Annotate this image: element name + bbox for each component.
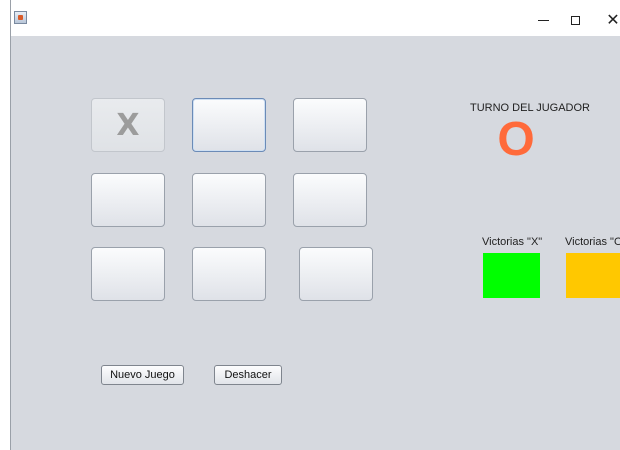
board-cell-2[interactable]	[192, 98, 266, 152]
board-cell-7[interactable]	[91, 247, 165, 301]
wins-o-label: Victorias "O"	[565, 236, 620, 248]
wins-x-indicator	[483, 253, 540, 298]
board-cell-6[interactable]	[293, 173, 367, 227]
board-cell-3[interactable]	[293, 98, 367, 152]
wins-x-label: Victorias "X"	[482, 236, 543, 248]
board-cell-4[interactable]	[91, 173, 165, 227]
app-window: ✕ X TURNO DEL JUGADOR O Victorias "X" Vi…	[10, 0, 620, 450]
title-bar[interactable]: ✕	[11, 0, 620, 36]
board-cell-8[interactable]	[192, 247, 266, 301]
board-cell-9[interactable]	[299, 247, 373, 301]
close-button[interactable]: ✕	[603, 10, 620, 30]
maximize-button[interactable]	[565, 10, 585, 30]
board-cell-1[interactable]: X	[91, 98, 165, 152]
new-game-button[interactable]: Nuevo Juego	[101, 365, 184, 385]
wins-o-indicator	[566, 253, 620, 298]
undo-button[interactable]: Deshacer	[214, 365, 282, 385]
maximize-icon	[570, 15, 580, 25]
java-app-icon[interactable]	[14, 11, 27, 24]
close-icon: ✕	[606, 10, 620, 29]
board-cell-5[interactable]	[192, 173, 266, 227]
turn-value: O	[497, 113, 535, 166]
minimize-button[interactable]	[533, 10, 553, 30]
minimize-icon	[537, 19, 549, 21]
